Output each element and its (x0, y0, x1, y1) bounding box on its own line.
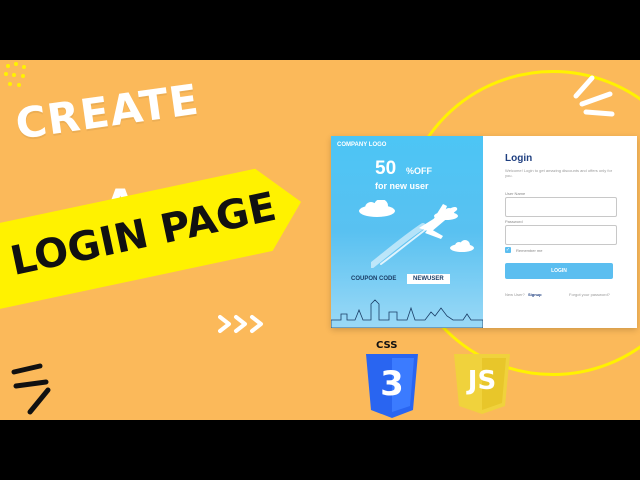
city-skyline-illustration (331, 299, 483, 328)
headline-create: CREATE (12, 74, 203, 149)
login-button[interactable]: LOGIN (505, 263, 613, 279)
login-title: Login (505, 153, 533, 164)
sparkle-strokes-icon (573, 75, 615, 117)
checkmark-icon: ✓ (505, 247, 511, 253)
discount-unit: %OFF (406, 166, 432, 176)
headline-banner: LOGIN PAGE (0, 153, 313, 317)
discount-number: 50 (375, 158, 397, 179)
triple-chevron-icon (218, 315, 263, 333)
coupon-code: NEWUSER (407, 274, 450, 284)
css3-logo-label: CSS (376, 340, 398, 351)
airplane-icon (371, 204, 458, 268)
new-user-text: New User? (505, 292, 525, 297)
username-label: User Name (505, 191, 526, 196)
login-card: COMPANY LOGO 50 %OFF for new user COUPON… (331, 136, 637, 328)
css3-number: 3 (380, 364, 404, 404)
company-logo: COMPANY LOGO (337, 142, 387, 148)
login-form: Login Welcome! Login to get amazing disc… (483, 136, 637, 328)
css3-logo: CSS 3 (364, 340, 420, 420)
coupon-label: COUPON CODE (351, 276, 397, 282)
login-subtitle: Welcome! Login to get amazing discounts … (505, 168, 613, 178)
js-label: JS (467, 366, 497, 396)
thumbnail-canvas: CREATE A LOGIN PAGE COMPANY LOGO 50 %OFF… (0, 60, 640, 420)
js-logo: JS (452, 354, 512, 414)
remember-label: Remember me (516, 248, 543, 253)
forgot-password-link[interactable]: Forgot your password? (569, 292, 610, 297)
sparkle-strokes-icon (11, 363, 51, 415)
password-input[interactable] (505, 225, 617, 245)
remember-checkbox[interactable]: ✓ (505, 247, 511, 253)
username-input[interactable] (505, 197, 617, 217)
password-label: Password (505, 219, 523, 224)
signup-link[interactable]: Signup (528, 292, 542, 297)
promo-panel: COMPANY LOGO 50 %OFF for new user COUPON… (331, 136, 483, 328)
discount-subtitle: for new user (375, 181, 429, 191)
